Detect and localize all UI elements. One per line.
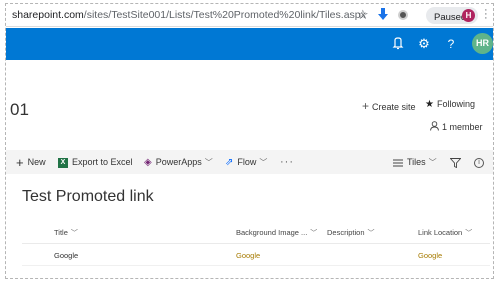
create-site-label: Create site — [372, 102, 416, 112]
more-button[interactable]: ··· — [280, 150, 294, 174]
site-title[interactable]: 01 — [10, 100, 29, 120]
cell-title[interactable]: Google — [54, 251, 78, 260]
column-header-label: Link Location — [418, 228, 463, 237]
bell-icon[interactable] — [390, 36, 406, 52]
column-header-description[interactable]: Description ﹀ — [327, 228, 375, 238]
info-button[interactable]: i — [474, 150, 488, 174]
chevron-down-icon: ﹀ — [70, 230, 78, 237]
download-arrow-icon[interactable] — [377, 8, 389, 22]
url-path: /sites/TestSite001/Lists/Test%20Promoted… — [83, 9, 366, 21]
chevron-down-icon: ﹀ — [259, 158, 268, 167]
new-button[interactable]: + New — [16, 150, 46, 174]
column-header-title[interactable]: Title ﹀ — [54, 228, 78, 238]
star-filled-icon: ★ — [425, 99, 434, 110]
chevron-down-icon: ﹀ — [428, 158, 437, 167]
view-label: Tiles — [407, 157, 426, 167]
profile-avatar: H — [462, 9, 475, 22]
browser-menu-icon[interactable]: · · · — [484, 5, 488, 24]
filter-button[interactable] — [450, 150, 465, 174]
user-avatar[interactable]: HR — [472, 33, 493, 54]
chevron-down-icon: ﹀ — [310, 230, 318, 237]
plus-icon: + — [16, 154, 24, 170]
list-header-row: Title ﹀ Background Image ... ﹀ Description… — [22, 222, 490, 244]
extension-icon[interactable] — [398, 10, 408, 20]
url-host: sharepoint.com — [12, 9, 84, 21]
cell-link-location-link[interactable]: Google — [418, 251, 442, 260]
following-label: Following — [436, 99, 475, 109]
suite-bar: ⚙ ? HR — [6, 28, 493, 60]
chevron-down-icon: ﹀ — [465, 230, 473, 237]
person-icon — [430, 121, 439, 131]
column-header-background-image[interactable]: Background Image ... ﹀ — [236, 228, 317, 238]
view-switcher-button[interactable]: Tiles ﹀ — [393, 150, 437, 174]
plus-icon: + — [362, 99, 370, 113]
column-header-label: Title — [54, 228, 68, 237]
profile-paused-button[interactable]: Paused H — [426, 7, 478, 24]
flow-icon: ⇗ — [225, 156, 234, 168]
following-button[interactable]: ★ Following — [425, 99, 475, 110]
flow-label: Flow — [237, 157, 257, 167]
export-label: Export to Excel — [72, 157, 133, 167]
excel-icon: X — [58, 157, 68, 168]
column-header-label: Description — [327, 228, 365, 237]
flow-button[interactable]: ⇗ Flow ﹀ — [225, 150, 267, 174]
member-count: 1 member — [442, 122, 483, 132]
list-title: Test Promoted link — [22, 188, 154, 205]
command-bar: + New X Export to Excel ◈ PowerApps ﹀ ⇗ Flow ﹀… — [6, 150, 493, 174]
powerapps-button[interactable]: ◈ PowerApps ﹀ — [144, 150, 213, 174]
chevron-down-icon: ﹀ — [204, 158, 213, 167]
powerapps-icon: ◈ — [144, 156, 152, 168]
address-bar[interactable]: sharepoint.com/sites/TestSite001/Lists/T… — [6, 4, 493, 27]
filter-icon — [450, 157, 461, 168]
bookmark-star-icon[interactable]: ☆ — [357, 7, 369, 23]
lines-icon — [393, 159, 403, 167]
help-icon[interactable]: ? — [443, 36, 459, 52]
members-button[interactable]: 1 member — [430, 121, 483, 132]
column-header-label: Background Image ... — [236, 228, 308, 237]
export-to-excel-button[interactable]: X Export to Excel — [58, 150, 133, 174]
create-site-button[interactable]: + Create site — [362, 99, 416, 113]
url-text[interactable]: sharepoint.com/sites/TestSite001/Lists/T… — [12, 9, 366, 21]
browser-window: sharepoint.com/sites/TestSite001/Lists/T… — [5, 3, 494, 279]
table-row[interactable]: Google Google Google — [22, 244, 490, 266]
chevron-down-icon: ﹀ — [367, 230, 375, 237]
gear-icon[interactable]: ⚙ — [416, 36, 432, 52]
info-icon: i — [474, 157, 484, 168]
new-label: New — [27, 157, 46, 167]
column-header-link-location[interactable]: Link Location ﹀ — [418, 228, 472, 238]
cell-background-image-link[interactable]: Google — [236, 251, 260, 260]
powerapps-label: PowerApps — [155, 157, 202, 167]
